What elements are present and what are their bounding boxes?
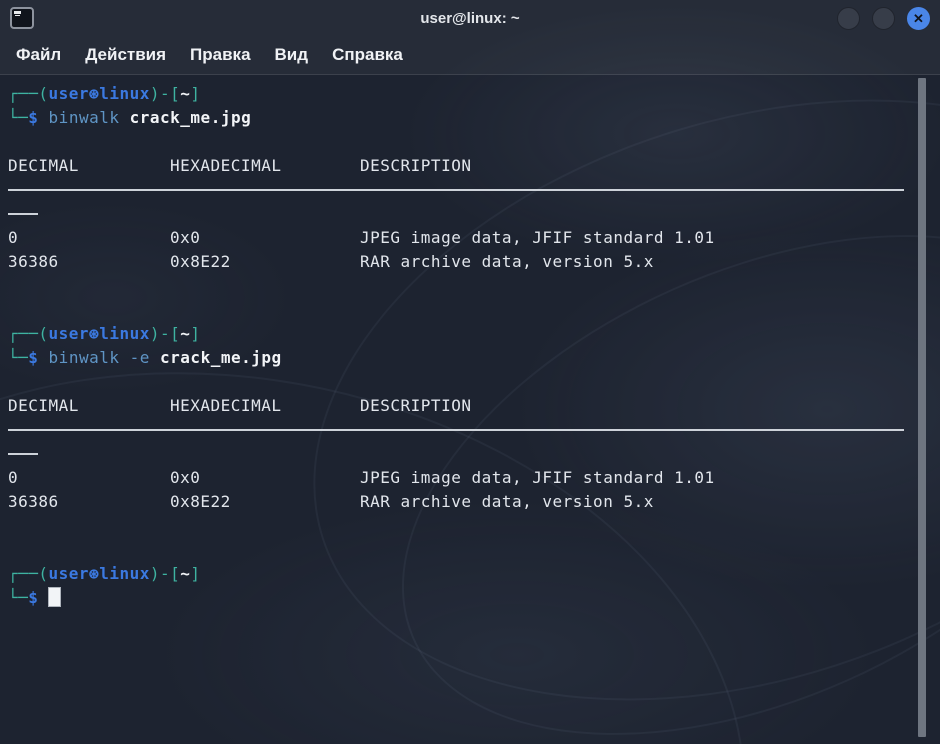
cell-description: RAR archive data, version 5.x bbox=[360, 490, 910, 514]
prompt-frame: └─ bbox=[8, 108, 28, 127]
binwalk-header-row: DECIMAL HEXADECIMAL DESCRIPTION bbox=[8, 394, 910, 418]
table-row: 36386 0x8E22 RAR archive data, version 5… bbox=[8, 490, 910, 514]
prompt-frame: )-[ bbox=[150, 84, 180, 103]
command-flag: -e bbox=[130, 348, 150, 367]
title-bar[interactable]: user@linux: ~ ✕ bbox=[0, 0, 940, 36]
command-file: crack_me.jpg bbox=[160, 348, 282, 367]
at-symbol-icon: ⊛ bbox=[89, 84, 99, 103]
prompt-user: user bbox=[49, 84, 90, 103]
command-name: binwalk bbox=[49, 108, 120, 127]
cell-hex: 0x8E22 bbox=[170, 250, 360, 274]
separator-wrap-fragment bbox=[8, 202, 910, 226]
menu-file[interactable]: Файл bbox=[16, 45, 61, 65]
col-hexadecimal: HEXADECIMAL bbox=[170, 394, 360, 418]
separator-line bbox=[8, 178, 910, 202]
cell-decimal: 36386 bbox=[8, 490, 170, 514]
cell-description: JPEG image data, JFIF standard 1.01 bbox=[360, 466, 910, 490]
table-row: 0 0x0 JPEG image data, JFIF standard 1.0… bbox=[8, 466, 910, 490]
command-name: binwalk bbox=[49, 348, 120, 367]
prompt-symbol: $ bbox=[28, 588, 38, 607]
menu-help[interactable]: Справка bbox=[332, 45, 403, 65]
minimize-button[interactable] bbox=[837, 7, 860, 30]
window-header: user@linux: ~ ✕ Файл Действия Правка Вид… bbox=[0, 0, 940, 75]
prompt-symbol: $ bbox=[28, 108, 38, 127]
prompt-path: ~ bbox=[180, 564, 190, 583]
table-row: 36386 0x8E22 RAR archive data, version 5… bbox=[8, 250, 910, 274]
command-file: crack_me.jpg bbox=[130, 108, 252, 127]
binwalk-header-row: DECIMAL HEXADECIMAL DESCRIPTION bbox=[8, 154, 910, 178]
cell-decimal: 36386 bbox=[8, 250, 170, 274]
table-row: 0 0x0 JPEG image data, JFIF standard 1.0… bbox=[8, 226, 910, 250]
col-decimal: DECIMAL bbox=[8, 154, 170, 178]
prompt-frame: ┌──( bbox=[8, 324, 49, 343]
prompt-frame: └─ bbox=[8, 588, 28, 607]
prompt-user: user bbox=[49, 324, 90, 343]
vertical-scrollbar[interactable] bbox=[918, 78, 926, 737]
text-cursor bbox=[48, 587, 61, 607]
prompt-frame: )-[ bbox=[150, 324, 180, 343]
separator-wrap-fragment bbox=[8, 442, 910, 466]
menu-view[interactable]: Вид bbox=[275, 45, 309, 65]
menu-actions[interactable]: Действия bbox=[85, 45, 166, 65]
current-input-line[interactable]: └─$ bbox=[8, 586, 910, 610]
col-decimal: DECIMAL bbox=[8, 394, 170, 418]
window-title: user@linux: ~ bbox=[0, 10, 940, 27]
cell-hex: 0x0 bbox=[170, 466, 360, 490]
prompt-line-3: ┌──(user⊛linux)-[~] bbox=[8, 562, 910, 586]
at-symbol-icon: ⊛ bbox=[89, 564, 99, 583]
prompt-line-2: ┌──(user⊛linux)-[~] bbox=[8, 322, 910, 346]
prompt-user: user bbox=[49, 564, 90, 583]
cell-description: RAR archive data, version 5.x bbox=[360, 250, 910, 274]
col-hexadecimal: HEXADECIMAL bbox=[170, 154, 360, 178]
maximize-button[interactable] bbox=[872, 7, 895, 30]
command-line-2: └─$ binwalk -e crack_me.jpg bbox=[8, 346, 910, 370]
cell-hex: 0x0 bbox=[170, 226, 360, 250]
prompt-host: linux bbox=[99, 324, 150, 343]
cell-description: JPEG image data, JFIF standard 1.01 bbox=[360, 226, 910, 250]
separator-line bbox=[8, 418, 910, 442]
prompt-frame: ┌──( bbox=[8, 84, 49, 103]
prompt-frame: ] bbox=[190, 564, 200, 583]
cell-decimal: 0 bbox=[8, 466, 170, 490]
cell-hex: 0x8E22 bbox=[170, 490, 360, 514]
at-symbol-icon: ⊛ bbox=[89, 324, 99, 343]
menu-bar: Файл Действия Правка Вид Справка bbox=[0, 36, 940, 74]
prompt-line-1: ┌──(user⊛linux)-[~] bbox=[8, 82, 910, 106]
col-description: DESCRIPTION bbox=[360, 154, 910, 178]
terminal-viewport[interactable]: ┌──(user⊛linux)-[~] └─$ binwalk crack_me… bbox=[0, 76, 940, 744]
prompt-frame: └─ bbox=[8, 348, 28, 367]
prompt-path: ~ bbox=[180, 324, 190, 343]
prompt-frame: ] bbox=[190, 84, 200, 103]
prompt-host: linux bbox=[99, 564, 150, 583]
close-button[interactable]: ✕ bbox=[907, 7, 930, 30]
prompt-host: linux bbox=[99, 84, 150, 103]
col-description: DESCRIPTION bbox=[360, 394, 910, 418]
prompt-frame: ] bbox=[190, 324, 200, 343]
prompt-symbol: $ bbox=[28, 348, 38, 367]
prompt-frame: )-[ bbox=[150, 564, 180, 583]
cell-decimal: 0 bbox=[8, 226, 170, 250]
prompt-frame: ┌──( bbox=[8, 564, 49, 583]
prompt-path: ~ bbox=[180, 84, 190, 103]
menu-edit[interactable]: Правка bbox=[190, 45, 250, 65]
command-line-1: └─$ binwalk crack_me.jpg bbox=[8, 106, 910, 130]
